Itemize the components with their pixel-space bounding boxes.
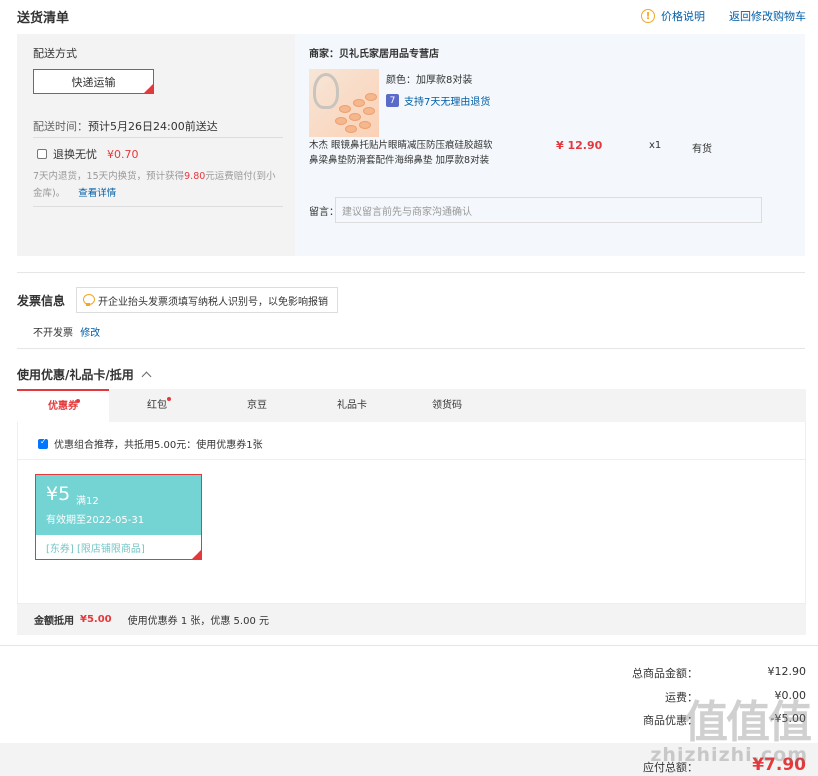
product-title[interactable]: 木杰 眼镜鼻托贴片眼睛减压防压痕硅胶超软 鼻梁鼻垫防滑套配件海绵鼻垫 加厚款8对…: [309, 138, 519, 168]
coupon-tabs: 优惠券 红包 京豆 礼品卡 领货码: [17, 389, 806, 422]
back-to-cart-link[interactable]: 返回修改购物车: [729, 8, 806, 24]
coupon-amount: ¥5: [46, 483, 71, 505]
coupon-recommend-text: 优惠组合推荐，共抵用5.00元：使用优惠券1张: [54, 440, 263, 451]
seven-day-icon: 7: [386, 94, 399, 107]
tab-gift-card[interactable]: 礼品卡: [312, 389, 392, 422]
coupon-card-tags: [东券] [限店铺限商品]: [36, 535, 201, 559]
invoice-title: 发票信息: [17, 294, 66, 308]
delivery-panel: 配送方式 快递运输 配送时间：预计5月26日24:00前送达 退换无忧 ¥0.7…: [17, 34, 295, 256]
price-note-link[interactable]: 价格说明: [661, 8, 705, 24]
invoice-edit-link[interactable]: 修改: [80, 328, 100, 339]
selected-check-icon: [143, 83, 154, 94]
selected-check-icon: [191, 549, 202, 560]
divider: [33, 206, 283, 207]
message-placeholder: 建议留言前先与商家沟通确认: [342, 206, 472, 218]
express-option[interactable]: 快递运输: [33, 69, 154, 94]
delivery-method-label: 配送方式: [33, 47, 77, 60]
totals-divider: [0, 645, 818, 646]
tab-coupons-label: 优惠券: [48, 401, 78, 412]
return-desc-part1: 7天内退货，15天内换货，预计获得: [33, 171, 185, 182]
return-desc-part3: 金库)。: [33, 188, 66, 199]
return-service-price: ¥0.70: [107, 147, 139, 161]
header-links: ! 价格说明 返回修改购物车: [641, 8, 806, 24]
goods-total-label: 总商品金额：: [632, 667, 698, 680]
delivery-time-value: 预计5月26日24:00前送达: [88, 120, 218, 133]
product-title-line1: 木杰 眼镜鼻托贴片眼睛减压防压痕硅胶超软: [309, 140, 493, 151]
lightbulb-icon: [83, 294, 95, 306]
return-service-row: 退换无忧 ¥0.70: [37, 146, 139, 162]
delivery-list-title: 送货清单: [17, 11, 70, 26]
details-link[interactable]: 查看详情: [78, 188, 116, 199]
watermark-site: zhizhizhi.com: [650, 744, 808, 766]
shop-name: 商家：贝礼氏家居用品专营店: [309, 49, 439, 60]
product-price: ¥ 12.90: [556, 139, 603, 152]
return-service-checkbox[interactable]: [37, 149, 47, 159]
invoice-tip-text: 开企业抬头发票须填写纳税人识别号，以免影响报销: [98, 296, 328, 308]
coupon-recommend-checkbox[interactable]: [38, 437, 48, 449]
stock-status: 有货: [692, 144, 712, 155]
delivery-time: 配送时间：预计5月26日24:00前送达: [33, 118, 218, 134]
new-dot-icon: [167, 397, 171, 401]
tab-coupons[interactable]: 优惠券: [17, 389, 109, 422]
invoice-tip: 开企业抬头发票须填写纳税人识别号，以免影响报销: [76, 287, 338, 313]
coupon-card-body: ¥5 满12 有效期至2022-05-31: [36, 475, 201, 535]
delivery-time-label: 配送时间：: [33, 120, 88, 133]
coupon-recommend-row: 优惠组合推荐，共抵用5.00元：使用优惠券1张: [38, 436, 263, 451]
express-option-label: 快递运输: [71, 75, 116, 89]
return-service-label: 退换无忧: [53, 148, 97, 161]
tab-red-packet[interactable]: 红包: [109, 389, 205, 422]
invoice-value-row: 不开发票 修改: [33, 324, 100, 339]
coupon-condition: 满12: [76, 496, 99, 507]
product-qty: x1: [649, 140, 662, 151]
coupon-validity: 有效期至2022-05-31: [46, 515, 145, 526]
section-divider: [17, 272, 805, 273]
return-service-desc: 7天内退货，15天内换货，预计获得9.80元运费赔付(到小 金库)。 查看详情: [33, 168, 288, 202]
return-desc-part2: 元运费赔付(到小: [205, 171, 276, 182]
coupon-summary: 金额抵用 ¥5.00 使用优惠券 1 张，优惠 5.00 元: [17, 604, 806, 635]
section-divider: [17, 348, 805, 349]
watermark-logo: 值值值: [684, 697, 812, 748]
product-title-line2: 鼻梁鼻垫防滑套配件海绵鼻垫 加厚款8对装: [309, 155, 490, 166]
deduct-amount: ¥5.00: [80, 614, 112, 625]
tab-pickup-code[interactable]: 领货码: [407, 389, 487, 422]
divider: [33, 137, 283, 138]
divider: [18, 459, 805, 460]
coupon-section-title[interactable]: 使用优惠/礼品卡/抵用: [17, 366, 152, 383]
message-input[interactable]: 建议留言前先与商家沟通确认: [335, 197, 762, 223]
tab-red-packet-label: 红包: [147, 400, 167, 411]
deduct-detail: 使用优惠券 1 张，优惠 5.00 元: [127, 616, 269, 627]
coupon-card[interactable]: ¥5 满12 有效期至2022-05-31 [东券] [限店铺限商品]: [35, 474, 202, 560]
info-icon: !: [641, 9, 655, 23]
invoice-value: 不开发票: [33, 328, 73, 339]
tab-jingdou[interactable]: 京豆: [217, 389, 297, 422]
coupon-section-label: 使用优惠/礼品卡/抵用: [17, 368, 134, 382]
product-color: 颜色：加厚款8对装: [386, 75, 473, 86]
shop-panel: 商家：贝礼氏家居用品专营店 颜色：加厚款8对装 7 支持7天无理由退货 木杰 眼…: [295, 34, 805, 256]
goods-total-value: ¥12.90: [767, 665, 807, 678]
return-policy: 7 支持7天无理由退货: [386, 93, 490, 108]
new-dot-icon: [76, 399, 80, 403]
deduct-label: 金额抵用: [34, 616, 74, 627]
chevron-up-icon: [141, 371, 152, 382]
product-image[interactable]: [309, 69, 379, 137]
return-desc-amount: 9.80: [184, 171, 206, 182]
return-policy-text: 支持7天无理由退货: [404, 97, 491, 108]
